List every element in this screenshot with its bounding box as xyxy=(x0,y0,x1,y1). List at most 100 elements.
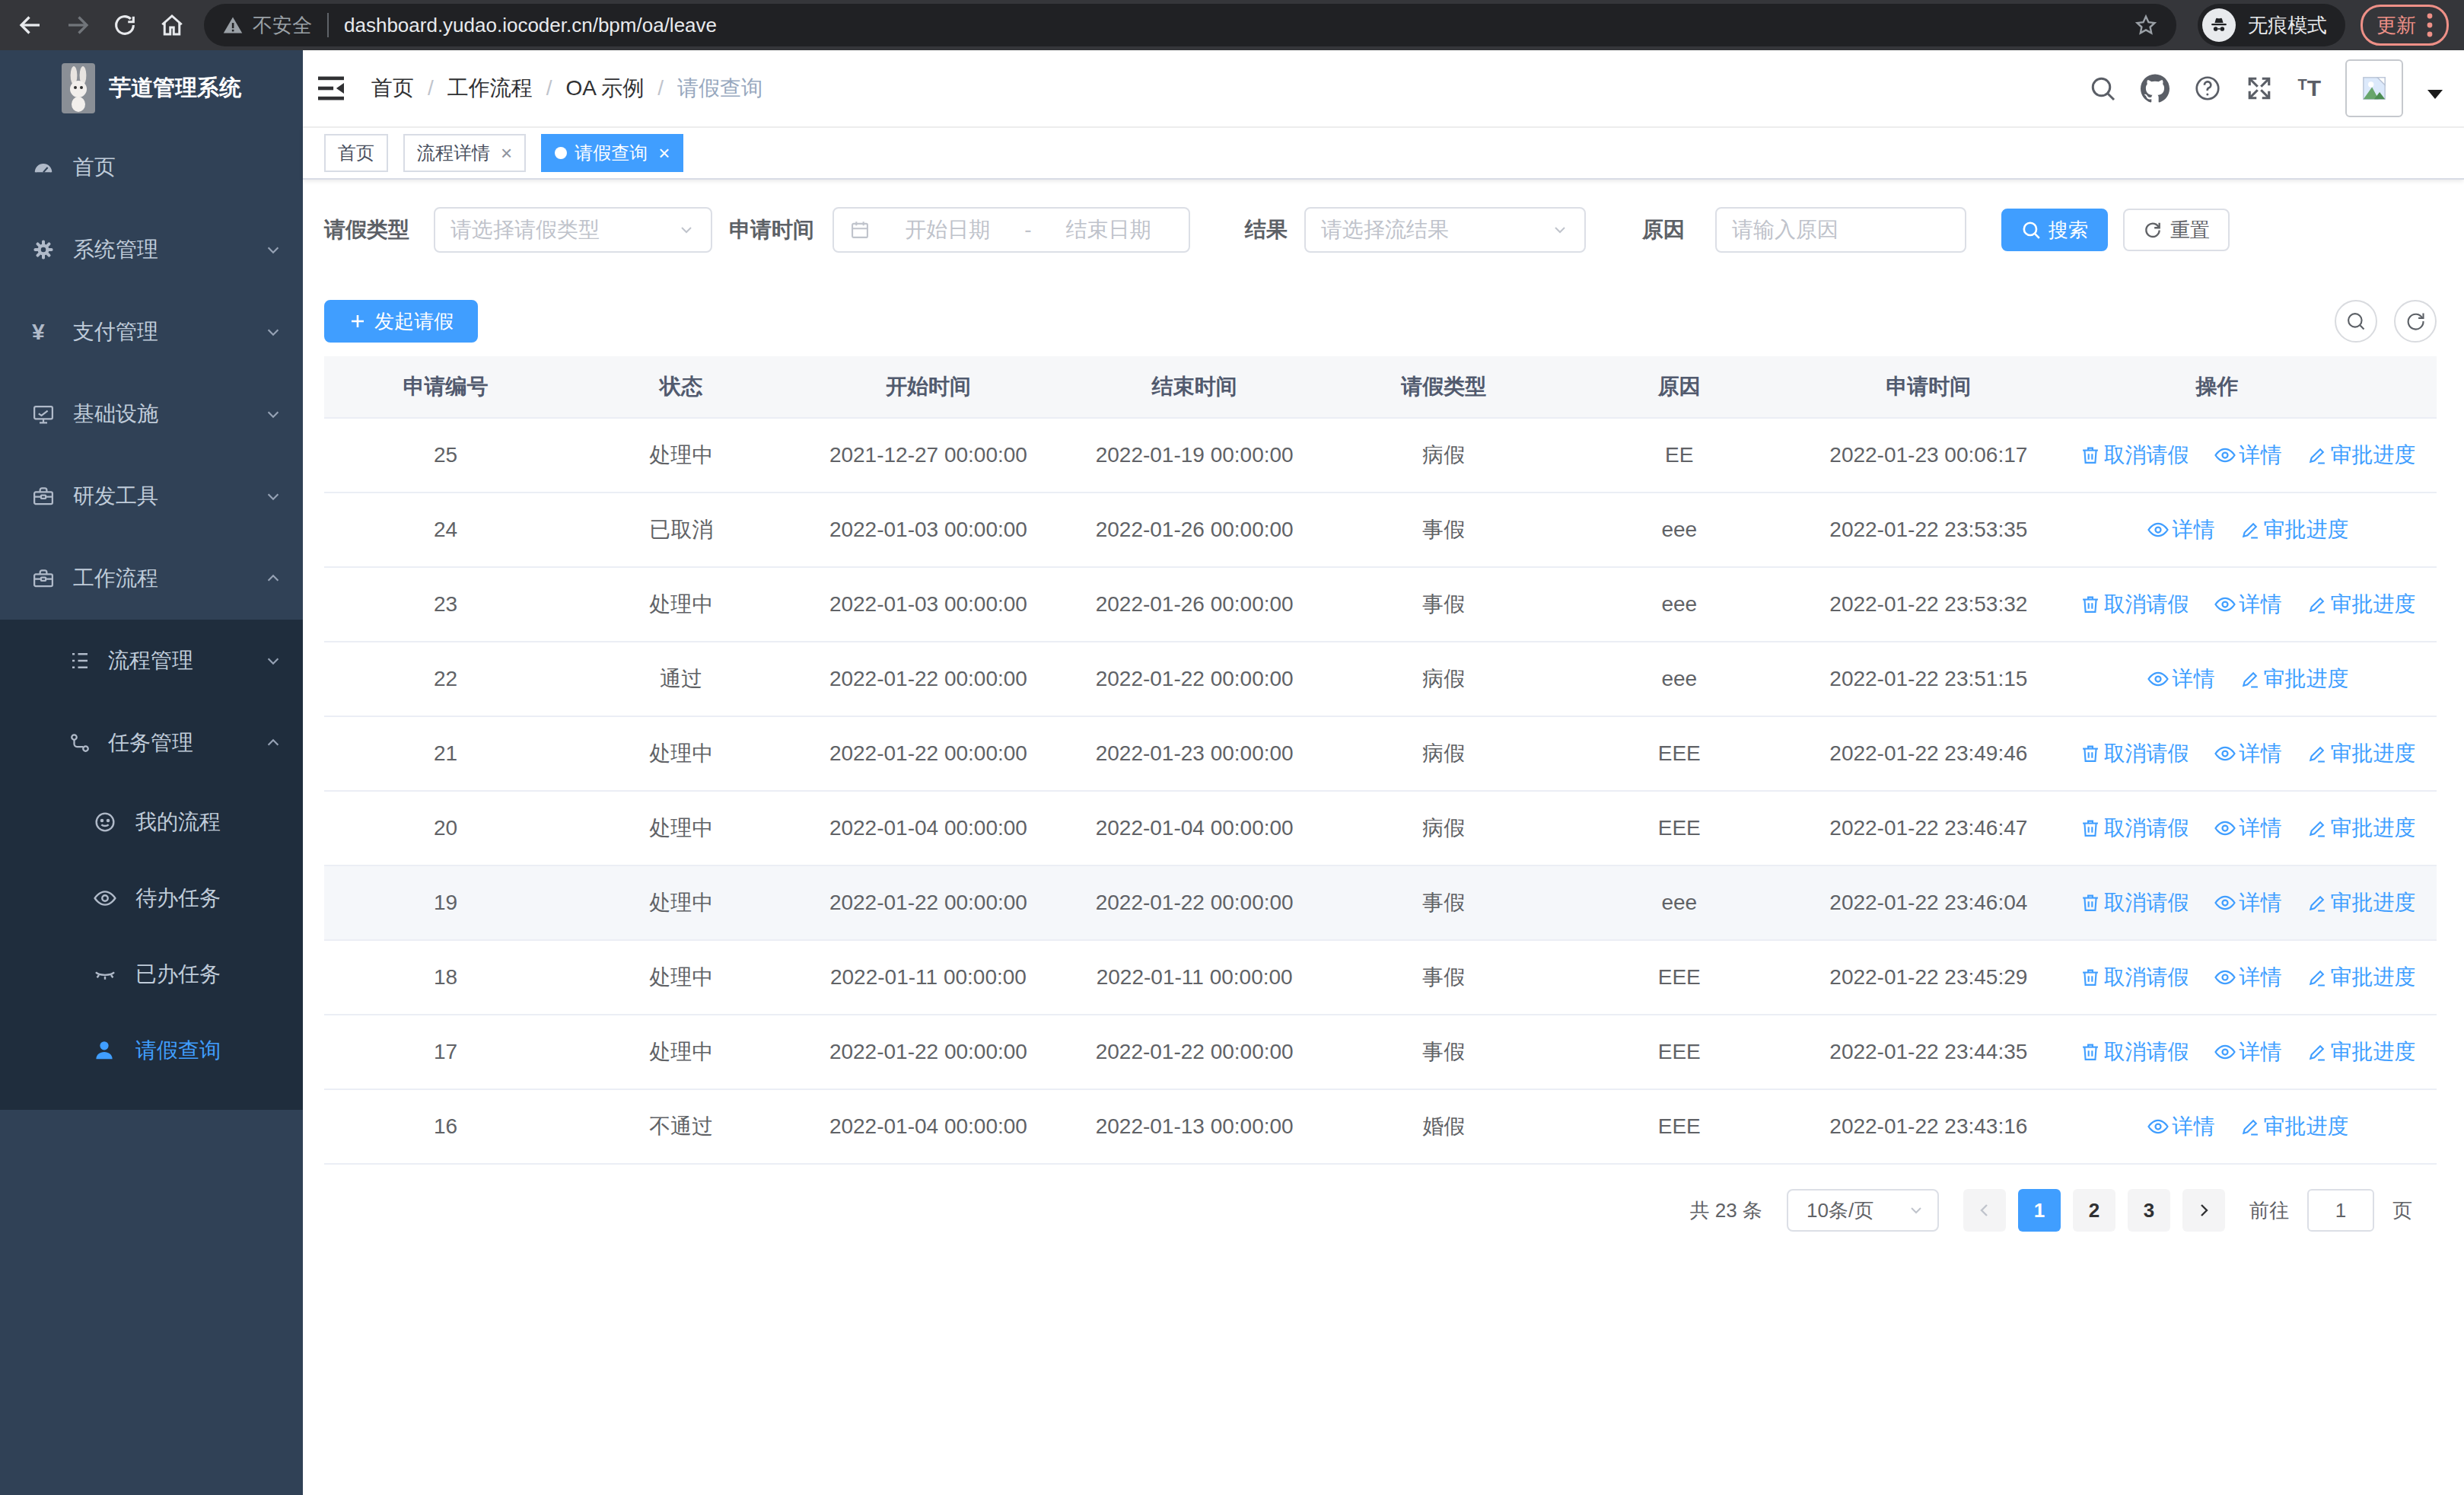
sidebar-item-系统管理[interactable]: 系统管理 xyxy=(0,209,303,291)
op-detail-link[interactable]: 详情 xyxy=(2147,515,2215,544)
tab-首页[interactable]: 首页 xyxy=(324,134,388,172)
sidebar-item-首页[interactable]: 首页 xyxy=(0,126,303,209)
op-progress-link[interactable]: 审批进度 xyxy=(2306,1038,2416,1066)
op-progress-link[interactable]: 审批进度 xyxy=(2306,441,2416,470)
table-row: 17处理中2022-01-22 00:00:002022-01-22 00:00… xyxy=(324,1015,2437,1089)
cell-operations: 取消请假详情审批进度 xyxy=(2058,791,2437,865)
op-cancel-link[interactable]: 取消请假 xyxy=(2080,739,2189,768)
cell-id: 21 xyxy=(324,716,567,791)
sidebar-item-支付管理[interactable]: ¥支付管理 xyxy=(0,291,303,373)
range-separator: - xyxy=(1024,218,1031,242)
op-cancel-link[interactable]: 取消请假 xyxy=(2080,888,2189,917)
cell-operations: 取消请假详情审批进度 xyxy=(2058,567,2437,642)
op-cancel-link[interactable]: 取消请假 xyxy=(2080,1038,2189,1066)
sidebar-item-请假查询[interactable]: 请假查询 xyxy=(0,1012,303,1089)
cell-reason: EEE xyxy=(1560,940,1799,1015)
op-progress-link[interactable]: 审批进度 xyxy=(2240,1112,2349,1141)
update-button[interactable]: 更新 xyxy=(2361,5,2449,46)
op-cancel-link[interactable]: 取消请假 xyxy=(2080,590,2189,619)
cell-operations: 详情审批进度 xyxy=(2058,642,2437,716)
op-detail-link[interactable]: 详情 xyxy=(2214,963,2282,992)
font-size-icon[interactable]: TT xyxy=(2297,77,2321,100)
op-progress-link[interactable]: 审批进度 xyxy=(2306,814,2416,843)
help-icon[interactable] xyxy=(2194,75,2221,102)
cell-type: 婚假 xyxy=(1328,1089,1560,1164)
op-progress-link[interactable]: 审批进度 xyxy=(2306,739,2416,768)
op-progress-link[interactable]: 审批进度 xyxy=(2306,963,2416,992)
github-icon[interactable] xyxy=(2141,74,2170,103)
app-logo[interactable]: 芋道管理系统 xyxy=(0,50,303,126)
cell-operations: 取消请假详情审批进度 xyxy=(2058,716,2437,791)
tags-view-bar: 首页流程详情× 请假查询× xyxy=(303,128,2464,180)
op-detail-link[interactable]: 详情 xyxy=(2214,1038,2282,1066)
address-bar[interactable]: 不安全 dashboard.yudao.iocoder.cn/bpm/oa/le… xyxy=(204,4,2176,46)
apply-time-range[interactable]: 开始日期 - 结束日期 xyxy=(832,207,1190,253)
sidebar-item-流程管理[interactable]: 流程管理 xyxy=(0,620,303,702)
op-detail-link[interactable]: 详情 xyxy=(2214,888,2282,917)
op-progress-link[interactable]: 审批进度 xyxy=(2240,665,2349,693)
reason-input[interactable]: 请输入原因 xyxy=(1715,207,1966,253)
op-cancel-link[interactable]: 取消请假 xyxy=(2080,814,2189,843)
sidebar-item-已办任务[interactable]: 已办任务 xyxy=(0,936,303,1012)
cell-type: 病假 xyxy=(1328,418,1560,492)
close-icon[interactable]: × xyxy=(658,142,670,165)
op-detail-link[interactable]: 详情 xyxy=(2214,441,2282,470)
breadcrumb-separator: / xyxy=(428,76,434,100)
column-header: 状态 xyxy=(567,356,795,418)
cell-start: 2022-01-04 00:00:00 xyxy=(795,791,1062,865)
op-progress-link[interactable]: 审批进度 xyxy=(2306,888,2416,917)
sidebar-item-工作流程[interactable]: 工作流程 xyxy=(0,537,303,620)
page-button-2[interactable]: 2 xyxy=(2073,1189,2115,1232)
table-refresh-button[interactable] xyxy=(2394,300,2437,343)
sidebar-item-待办任务[interactable]: 待办任务 xyxy=(0,860,303,936)
menu-dots-icon[interactable] xyxy=(2427,13,2433,37)
next-page-button[interactable] xyxy=(2182,1189,2225,1232)
op-detail-link[interactable]: 详情 xyxy=(2214,814,2282,843)
table-search-button[interactable] xyxy=(2335,300,2377,343)
sidebar-item-任务管理[interactable]: 任务管理 xyxy=(0,702,303,784)
page-button-1[interactable]: 1 xyxy=(2018,1189,2061,1232)
reload-icon[interactable] xyxy=(110,10,140,40)
sidebar-item-我的流程[interactable]: 我的流程 xyxy=(0,784,303,860)
fullscreen-icon[interactable] xyxy=(2246,75,2273,102)
cell-applied: 2022-01-22 23:46:04 xyxy=(1799,865,2058,940)
breadcrumb-item[interactable]: 工作流程 xyxy=(447,74,533,103)
goto-page-input[interactable]: 1 xyxy=(2307,1189,2374,1232)
cell-start: 2022-01-22 00:00:00 xyxy=(795,642,1062,716)
sidebar-item-研发工具[interactable]: 研发工具 xyxy=(0,455,303,537)
back-icon[interactable] xyxy=(15,10,46,40)
reset-button[interactable]: 重置 xyxy=(2123,209,2230,251)
home-icon[interactable] xyxy=(157,10,187,40)
search-icon[interactable] xyxy=(2089,75,2116,102)
cell-operations: 详情审批进度 xyxy=(2058,1089,2437,1164)
close-icon[interactable]: × xyxy=(501,142,512,165)
breadcrumb-item[interactable]: OA 示例 xyxy=(566,74,645,103)
bookmark-star-icon[interactable] xyxy=(2134,13,2158,37)
forward-icon[interactable] xyxy=(62,10,93,40)
page-size-select[interactable]: 10条/页 xyxy=(1787,1189,1939,1232)
cell-reason: eee xyxy=(1560,642,1799,716)
cell-id: 17 xyxy=(324,1015,567,1089)
create-leave-button[interactable]: 发起请假 xyxy=(324,300,478,343)
page-button-3[interactable]: 3 xyxy=(2128,1189,2170,1232)
tab-请假查询[interactable]: 请假查询× xyxy=(541,134,683,172)
tab-流程详情[interactable]: 流程详情× xyxy=(403,134,526,172)
leave-type-select[interactable]: 请选择请假类型 xyxy=(434,207,712,253)
op-cancel-link[interactable]: 取消请假 xyxy=(2080,441,2189,470)
op-detail-link[interactable]: 详情 xyxy=(2214,739,2282,768)
breadcrumb-item[interactable]: 首页 xyxy=(371,74,414,103)
hamburger-icon[interactable] xyxy=(317,75,345,101)
sidebar-item-基础设施[interactable]: 基础设施 xyxy=(0,373,303,455)
op-progress-link[interactable]: 审批进度 xyxy=(2306,590,2416,619)
result-select[interactable]: 请选择流结果 xyxy=(1304,207,1586,253)
prev-page-button[interactable] xyxy=(1963,1189,2006,1232)
avatar[interactable] xyxy=(2345,59,2403,117)
filter-form: 请假类型 请选择请假类型 申请时间 开始日期 - 结束日期 结果 请选择流结果 xyxy=(324,207,2437,253)
op-detail-link[interactable]: 详情 xyxy=(2147,1112,2215,1141)
search-button[interactable]: 搜索 xyxy=(2001,209,2108,251)
op-progress-link[interactable]: 审批进度 xyxy=(2240,515,2349,544)
op-detail-link[interactable]: 详情 xyxy=(2147,665,2215,693)
op-cancel-link[interactable]: 取消请假 xyxy=(2080,963,2189,992)
op-detail-link[interactable]: 详情 xyxy=(2214,590,2282,619)
caret-down-icon[interactable] xyxy=(2427,90,2443,99)
